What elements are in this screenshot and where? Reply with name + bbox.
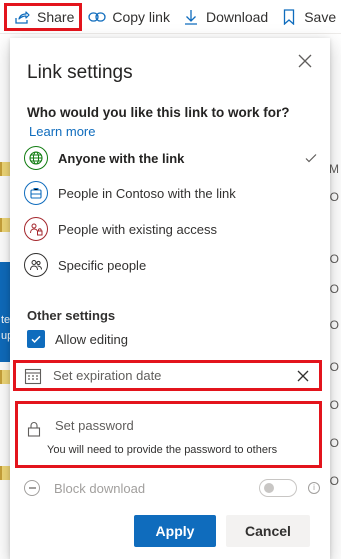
bookmark-icon xyxy=(280,8,298,26)
option-specific-people[interactable]: Specific people xyxy=(24,252,320,278)
block-download-label: Block download xyxy=(54,480,146,496)
other-settings-heading: Other settings xyxy=(27,308,116,323)
share-button[interactable]: Share xyxy=(4,2,83,31)
option-label: People with existing access xyxy=(58,221,217,237)
allow-editing-checkbox[interactable]: Allow editing xyxy=(27,330,128,348)
block-download-toggle[interactable] xyxy=(259,479,297,497)
password-hint: You will need to provide the password to… xyxy=(47,444,278,456)
people-lock-icon xyxy=(24,217,48,241)
close-icon[interactable] xyxy=(296,52,314,70)
allow-editing-label: Allow editing xyxy=(55,331,128,347)
download-label: Download xyxy=(205,8,269,25)
block-icon xyxy=(24,480,40,496)
save-label: Save xyxy=(304,8,337,25)
option-anyone-with-link[interactable]: Anyone with the link xyxy=(24,145,320,171)
option-label: Anyone with the link xyxy=(58,150,185,166)
tile-text: te xyxy=(1,314,10,326)
row-letter: O xyxy=(329,474,339,488)
share-icon xyxy=(13,8,31,26)
link-icon xyxy=(88,8,107,26)
calendar-icon xyxy=(24,367,42,385)
expiration-date-field[interactable]: Set expiration date xyxy=(13,360,322,391)
learn-more-link[interactable]: Learn more xyxy=(29,124,95,139)
tile-text: up xyxy=(1,330,10,342)
dialog-title: Link settings xyxy=(27,62,133,83)
share-label: Share xyxy=(37,8,75,25)
option-label: People in Contoso with the link xyxy=(58,185,236,201)
row-letter: O xyxy=(329,190,339,204)
save-button[interactable]: Save xyxy=(274,2,341,32)
clear-icon[interactable] xyxy=(296,369,310,383)
globe-icon xyxy=(24,146,48,170)
row-letter: O xyxy=(329,252,339,266)
apply-button[interactable]: Apply xyxy=(134,515,216,547)
download-button[interactable]: Download xyxy=(176,2,274,32)
command-bar: Share Copy link Download Save xyxy=(0,0,341,34)
info-icon[interactable]: i xyxy=(308,482,320,494)
row-letter: O xyxy=(329,318,339,332)
copy-link-button[interactable]: Copy link xyxy=(82,2,176,32)
column-header-letter: M xyxy=(329,162,339,176)
password-field[interactable]: Set password You will need to provide th… xyxy=(15,401,322,468)
option-people-in-org[interactable]: People in Contoso with the link xyxy=(24,180,320,206)
option-existing-access[interactable]: People with existing access xyxy=(24,216,320,242)
file-thumbnail xyxy=(0,162,10,176)
password-placeholder: Set password xyxy=(55,418,134,433)
checkmark-icon xyxy=(304,151,318,165)
row-letter: O xyxy=(329,282,339,296)
copy-link-label: Copy link xyxy=(112,8,170,25)
link-settings-dialog: Link settings Who would you like this li… xyxy=(10,38,330,559)
audience-question: Who would you like this link to work for… xyxy=(27,105,290,120)
expiration-placeholder: Set expiration date xyxy=(53,368,162,383)
file-thumbnail xyxy=(0,218,10,232)
download-icon xyxy=(182,8,200,26)
page: Share Copy link Download Save M O O te u… xyxy=(0,0,341,559)
people-icon xyxy=(24,253,48,277)
row-letter: O xyxy=(329,436,339,450)
row-letter: O xyxy=(329,360,339,374)
building-icon xyxy=(24,181,48,205)
file-preview-tile: te up xyxy=(0,262,10,362)
row-letter: O xyxy=(329,398,339,412)
lock-icon xyxy=(27,421,41,437)
file-thumbnail xyxy=(0,370,10,384)
file-thumbnail xyxy=(0,466,10,480)
cancel-button[interactable]: Cancel xyxy=(226,515,310,547)
block-download-setting: Block download i xyxy=(24,477,320,499)
checkbox-checked-icon xyxy=(27,330,45,348)
option-label: Specific people xyxy=(58,257,147,273)
